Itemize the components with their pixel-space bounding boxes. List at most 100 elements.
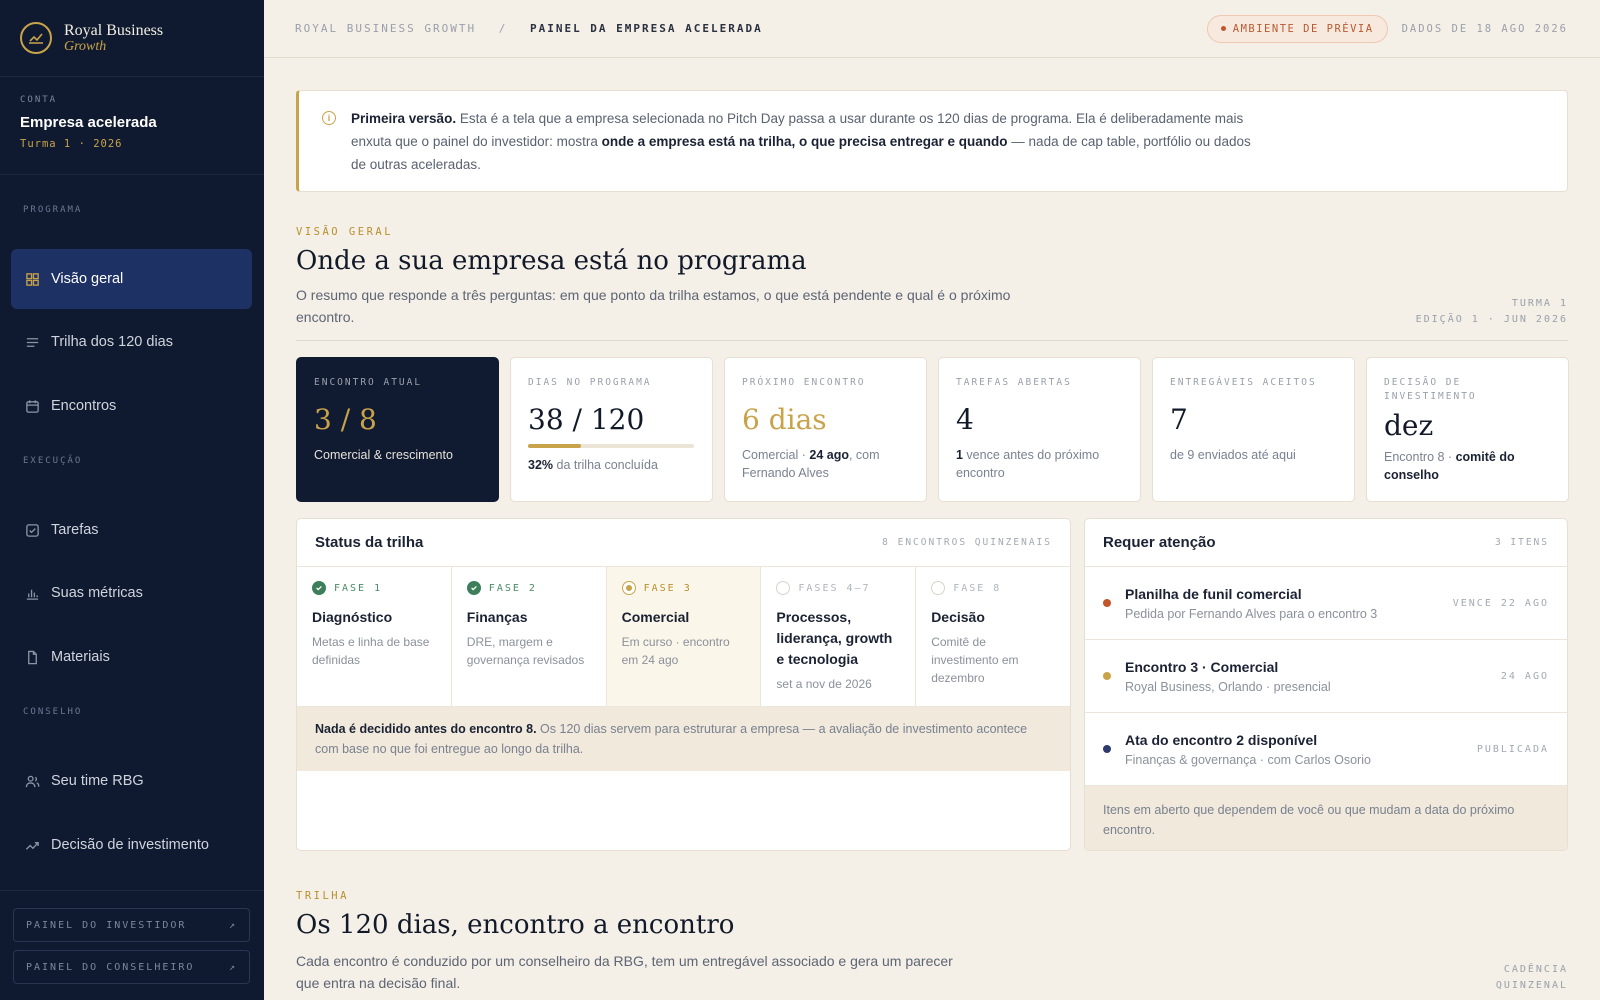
pending-circle-icon xyxy=(931,581,946,595)
notice-text: Primeira versão. Esta é a tela que a emp… xyxy=(351,107,1251,176)
sidebar-item-label: Decisão de investimento xyxy=(51,837,209,853)
overview-meta-edition: EDIÇÃO 1 · JUN 2026 xyxy=(1415,314,1568,325)
section-conselho: CONSELHO xyxy=(23,707,83,717)
phase-item[interactable]: FASE 1 Diagnóstico Metas e linha de base… xyxy=(297,567,452,706)
phase-desc: set a nov de 2026 xyxy=(776,677,872,691)
breadcrumb: ROYAL BUSINESS GROWTH / PAINEL DA EMPRES… xyxy=(295,22,763,35)
trail-lead: Cada encontro é conduzido por um conselh… xyxy=(296,953,953,991)
kpi-investment-decision[interactable]: DECISÃO DE INVESTIMENTO dez Encontro 8 ·… xyxy=(1366,357,1569,502)
kpi-label: PRÓXIMO ENCONTRO xyxy=(742,377,866,388)
external-link-icon: ↗ xyxy=(228,961,237,973)
info-icon: i xyxy=(322,111,336,125)
trail-title: Os 120 dias, encontro a encontro xyxy=(296,910,735,940)
sidebar-item-decisao[interactable]: Decisão de investimento xyxy=(11,815,252,875)
kpi-desc: de 9 enviados até aqui xyxy=(1170,448,1296,462)
kpi-accepted-deliverables[interactable]: ENTREGÁVEIS ACEITOS 7 de 9 enviados até … xyxy=(1152,357,1355,502)
phase-desc: DRE, margem e governança revisados xyxy=(466,635,585,667)
external-link-icon: ↗ xyxy=(228,919,237,931)
attention-tag: 24 AGO xyxy=(1500,670,1549,682)
sidebar-item-label: Tarefas xyxy=(51,522,99,538)
breadcrumb-separator: / xyxy=(498,22,508,35)
panel-meta: 3 ITENS xyxy=(1494,537,1549,548)
sidebar-item-trilha[interactable]: Trilha dos 120 dias xyxy=(11,312,252,372)
divider xyxy=(296,340,1568,341)
bar-chart-icon xyxy=(24,585,40,601)
phase-name: Comercial xyxy=(621,609,690,625)
kpi-desc-text: vence antes do próximo encontro xyxy=(956,448,1100,480)
breadcrumb-current: PAINEL DA EMPRESA ACELERADA xyxy=(529,22,763,35)
phase-label-text: FASE 2 xyxy=(488,582,537,594)
attention-title: Planilha de funil comercial xyxy=(1125,585,1302,602)
overview-meta-cohort: TURMA 1 xyxy=(1511,298,1568,309)
sidebar-item-materiais[interactable]: Materiais xyxy=(11,627,252,687)
status-note: Nada é decidido antes do encontro 8. Os … xyxy=(297,707,1070,771)
sidebar-item-label: Trilha dos 120 dias xyxy=(51,334,173,350)
phase-label: FASE 8 xyxy=(931,581,1055,595)
phase-list: FASE 1 Diagnóstico Metas e linha de base… xyxy=(297,567,1070,707)
phase-item-current[interactable]: FASE 3 Comercial Em curso · encontro em … xyxy=(606,567,762,706)
status-dot-icon xyxy=(1103,599,1111,607)
kpi-value: 4 xyxy=(956,403,974,436)
kpi-next-meeting[interactable]: PRÓXIMO ENCONTRO 6 dias Comercial · 24 a… xyxy=(724,357,927,502)
trail-meta-frequency: QUINZENAL xyxy=(1495,980,1568,991)
kpi-current-meeting[interactable]: ENCONTRO ATUAL 3 / 8 Comercial & crescim… xyxy=(296,357,499,502)
investor-panel-button[interactable]: PAINEL DO INVESTIDOR ↗ xyxy=(13,908,250,942)
kpi-value: 38 / 120 xyxy=(528,403,645,436)
overview-eyebrow: VISÃO GERAL xyxy=(296,226,394,238)
panel-header: Requer atenção 3 ITENS xyxy=(1085,519,1567,567)
kpi-desc: Comercial · 24 ago, com Fernando Alves xyxy=(742,446,909,482)
kpi-desc: Comercial & crescimento xyxy=(314,448,453,462)
kpi-program-days[interactable]: DIAS NO PROGRAMA 38 / 120 32% da trilha … xyxy=(510,357,713,502)
status-note-bold: Nada é decidido antes do encontro 8. xyxy=(315,722,537,736)
phase-name: Decisão xyxy=(931,609,985,625)
brand-name: Royal Business xyxy=(64,22,164,39)
current-dot-icon xyxy=(621,581,636,595)
phase-desc: Comitê de investimento em dezembro xyxy=(931,635,1019,685)
kpi-value: 6 dias xyxy=(742,403,827,436)
kpi-label: ENCONTRO ATUAL xyxy=(314,377,423,388)
kpi-desc: Encontro 8 · comitê do conselho xyxy=(1384,448,1551,484)
pending-circle-icon xyxy=(776,581,791,595)
notice-bold: Primeira versão. xyxy=(351,111,457,126)
phase-item[interactable]: FASE 2 Finanças DRE, margem e governança… xyxy=(452,567,607,706)
attention-item[interactable]: Planilha de funil comercial Pedida por Fe… xyxy=(1085,567,1567,640)
kpi-label: DIAS NO PROGRAMA xyxy=(528,377,652,388)
counselor-panel-button[interactable]: PAINEL DO CONSELHEIRO ↗ xyxy=(13,950,250,984)
attention-note: Itens em aberto que dependem de você ou … xyxy=(1085,786,1567,850)
overview-title: Onde a sua empresa está no programa xyxy=(296,246,807,276)
kpi-open-tasks[interactable]: TAREFAS ABERTAS 4 1 vence antes do próxi… xyxy=(938,357,1141,502)
logo-icon xyxy=(20,22,52,54)
account-block: CONTA Empresa acelerada Turma 1 · 2026 xyxy=(0,77,264,175)
attention-item[interactable]: Ata do encontro 2 disponível Finanças & g… xyxy=(1085,713,1567,786)
topbar: ROYAL BUSINESS GROWTH / PAINEL DA EMPRES… xyxy=(264,0,1600,58)
phase-item[interactable]: FASE 8 Decisão Comitê de investimento em… xyxy=(916,567,1070,706)
grid-icon xyxy=(24,271,40,287)
sidebar-item-time-rbg[interactable]: Seu time RBG xyxy=(11,751,252,811)
kpi-label: ENTREGÁVEIS ACEITOS xyxy=(1170,377,1317,388)
sidebar-item-label: Seu time RBG xyxy=(51,773,144,789)
panel-title: Requer atenção xyxy=(1103,534,1216,551)
brand-subname: Growth xyxy=(64,39,107,54)
attention-sub: Finanças & governança · com Carlos Osori… xyxy=(1125,752,1371,767)
phase-desc: Em curso · encontro em 24 ago xyxy=(621,635,730,667)
phase-item[interactable]: FASES 4–7 Processos, liderança, growth e… xyxy=(761,567,917,706)
status-dot-icon xyxy=(1103,672,1111,680)
phase-label-text: FASES 4–7 xyxy=(798,582,871,594)
attention-sub: Royal Business, Orlando · presencial xyxy=(1125,679,1331,694)
panel-header: Status da trilha 8 ENCONTROS QUINZENAIS xyxy=(297,519,1070,567)
attention-tag: VENCE 22 AGO xyxy=(1452,597,1549,609)
attention-item[interactable]: Encontro 3 · Comercial Royal Business, Or… xyxy=(1085,640,1567,713)
preview-badge: AMBIENTE DE PRÉVIA xyxy=(1206,14,1388,43)
brand[interactable]: Royal Business Growth xyxy=(0,0,264,77)
phase-label-text: FASE 1 xyxy=(334,582,383,594)
sidebar-item-encontros[interactable]: Encontros xyxy=(11,376,252,436)
trail-status-panel: Status da trilha 8 ENCONTROS QUINZENAIS … xyxy=(296,518,1071,851)
breadcrumb-root[interactable]: ROYAL BUSINESS GROWTH xyxy=(295,22,476,35)
kpi-desc-bold: 1 xyxy=(956,448,963,462)
account-name: Empresa acelerada xyxy=(20,114,157,131)
kpi-desc-text: Encontro 8 · xyxy=(1384,450,1456,464)
sidebar-item-metricas[interactable]: Suas métricas xyxy=(11,563,252,623)
phase-label: FASE 1 xyxy=(312,581,436,595)
sidebar-item-visao-geral[interactable]: Visão geral xyxy=(11,249,252,309)
sidebar-item-tarefas[interactable]: Tarefas xyxy=(11,500,252,560)
